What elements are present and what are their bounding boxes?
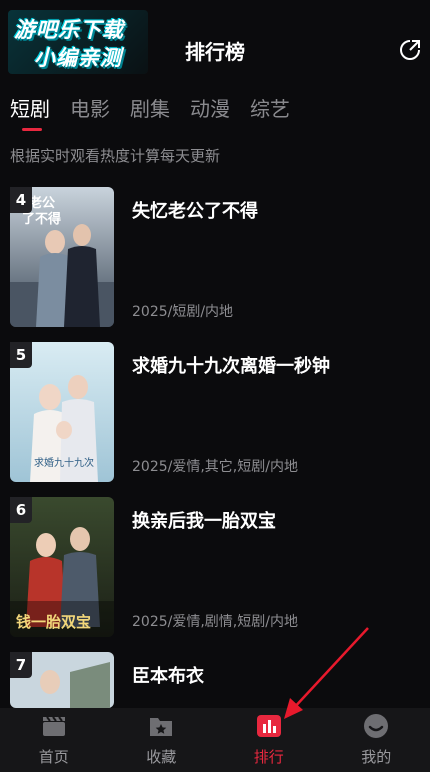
smile-icon (364, 714, 389, 738)
item-title[interactable]: 求婚九十九次离婚一秒钟 (132, 352, 330, 378)
nav-ranking[interactable]: 排行 (215, 708, 323, 772)
nav-favorites-label: 收藏 (146, 748, 177, 766)
list-item[interactable]: 忆老公 了不得 4 失忆老公了不得 2025/短剧/内地 (10, 187, 420, 327)
page-title: 排行榜 (185, 40, 245, 64)
star-folder-icon (150, 718, 173, 736)
item-title[interactable]: 换亲后我一胎双宝 (132, 507, 276, 533)
item-meta: 2025/爱情,剧情,短剧/内地 (132, 614, 298, 630)
list-item[interactable]: 求婚九十九次 5 求婚九十九次离婚一秒钟 2025/爱情,其它,短剧/内地 (10, 342, 420, 482)
ranking-description: 根据实时观看热度计算每天更新 (10, 147, 221, 165)
nav-home[interactable]: 首页 (0, 708, 108, 772)
rank-badge: 6 (10, 497, 32, 523)
bar-chart-icon (256, 715, 281, 737)
category-tabs: 短剧 电影 剧集 动漫 综艺 (10, 93, 290, 122)
active-tab-indicator (22, 128, 42, 131)
item-meta: 2025/短剧/内地 (132, 304, 234, 320)
svg-text:求婚九十九次: 求婚九十九次 (34, 456, 94, 469)
item-title[interactable]: 臣本布衣 (132, 662, 204, 688)
tab-variety[interactable]: 综艺 (250, 93, 290, 122)
rank-badge: 7 (10, 652, 32, 678)
nav-home-label: 首页 (38, 748, 69, 766)
tab-series[interactable]: 剧集 (130, 93, 170, 122)
svg-text:钱一胎双宝: 钱一胎双宝 (16, 613, 91, 631)
tab-movie[interactable]: 电影 (70, 93, 110, 122)
item-title[interactable]: 失忆老公了不得 (132, 197, 258, 223)
nav-profile-label: 我的 (361, 748, 392, 766)
list-item[interactable]: 钱一胎双宝 6 换亲后我一胎双宝 2025/爱情,剧情,短剧/内地 (10, 497, 420, 637)
rank-badge: 5 (10, 342, 32, 368)
svg-text:了不得: 了不得 (22, 211, 61, 227)
bottom-navigation: 首页 收藏 排行 我的 (0, 708, 430, 772)
nav-profile[interactable]: 我的 (323, 708, 430, 772)
nav-favorites[interactable]: 收藏 (108, 708, 216, 772)
tab-short-drama[interactable]: 短剧 (10, 93, 50, 122)
nav-ranking-label: 排行 (253, 748, 284, 766)
list-item[interactable]: 7 臣本布衣 (10, 652, 420, 708)
share-icon[interactable] (398, 38, 422, 62)
clapperboard-icon (42, 716, 65, 736)
item-meta: 2025/爱情,其它,短剧/内地 (132, 459, 298, 475)
tab-anime[interactable]: 动漫 (190, 93, 230, 122)
rank-badge: 4 (10, 187, 32, 213)
